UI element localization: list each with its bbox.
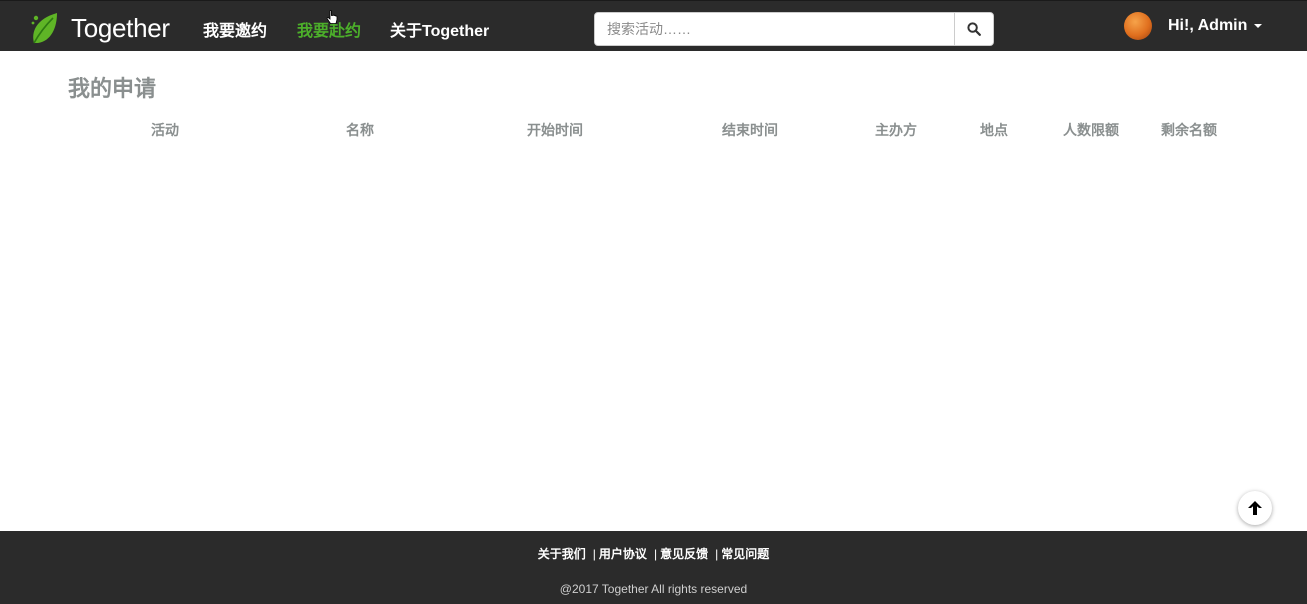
footer-links: 关于我们 | 用户协议 | 意见反馈 | 常见问题 (0, 545, 1307, 562)
column-header-activity: 活动 (151, 122, 179, 138)
user-greeting: Hi!, Admin (1168, 17, 1248, 34)
nav-link-about[interactable]: 关于Together (390, 17, 489, 41)
back-to-top-button[interactable] (1238, 491, 1272, 525)
column-header-end-time: 结束时间 (722, 122, 778, 138)
page-title: 我的申请 (68, 76, 157, 101)
column-header-start-time: 开始时间 (527, 122, 583, 138)
pointer-cursor-icon (326, 10, 338, 24)
column-header-organizer: 主办方 (875, 122, 917, 138)
arrow-up-icon (1248, 501, 1262, 515)
search-button[interactable] (954, 13, 993, 45)
column-header-remaining: 剩余名额 (1161, 122, 1217, 138)
footer-link-about-us[interactable]: 关于我们 (538, 547, 586, 561)
caret-down-icon (1254, 24, 1263, 28)
user-menu[interactable]: Hi!, Admin (1124, 12, 1263, 40)
footer-separator: | (715, 547, 719, 561)
footer-separator: | (592, 547, 596, 561)
nav-link-invite[interactable]: 我要邀约 (203, 17, 267, 41)
leaf-logo-icon (31, 13, 57, 44)
column-header-location: 地点 (980, 122, 1008, 138)
copyright-text: @2017 Together All rights reserved (559, 582, 748, 596)
footer-separator: | (653, 547, 658, 561)
avatar (1124, 12, 1152, 40)
column-header-name: 名称 (346, 122, 374, 138)
search-input[interactable] (595, 13, 954, 45)
page: Together 我要邀约 我要赴约 关于Together Hi!, Admin… (0, 0, 1307, 604)
brand-name: Together (71, 12, 170, 43)
brand[interactable]: Together (30, 10, 170, 46)
footer-link-faq[interactable]: 常见问题 (721, 547, 769, 561)
search-bar (594, 12, 994, 46)
search-icon (967, 22, 981, 36)
column-header-capacity: 人数限额 (1063, 122, 1119, 138)
footer: 关于我们 | 用户协议 | 意见反馈 | 常见问题 @2017 Together All r… (0, 531, 1307, 604)
top-navbar: Together 我要邀约 我要赴约 关于Together Hi!, Admin (0, 0, 1307, 51)
footer-link-user-agreement[interactable]: 用户协议 (599, 547, 647, 561)
footer-link-feedback[interactable]: 意见反馈 (660, 547, 708, 561)
